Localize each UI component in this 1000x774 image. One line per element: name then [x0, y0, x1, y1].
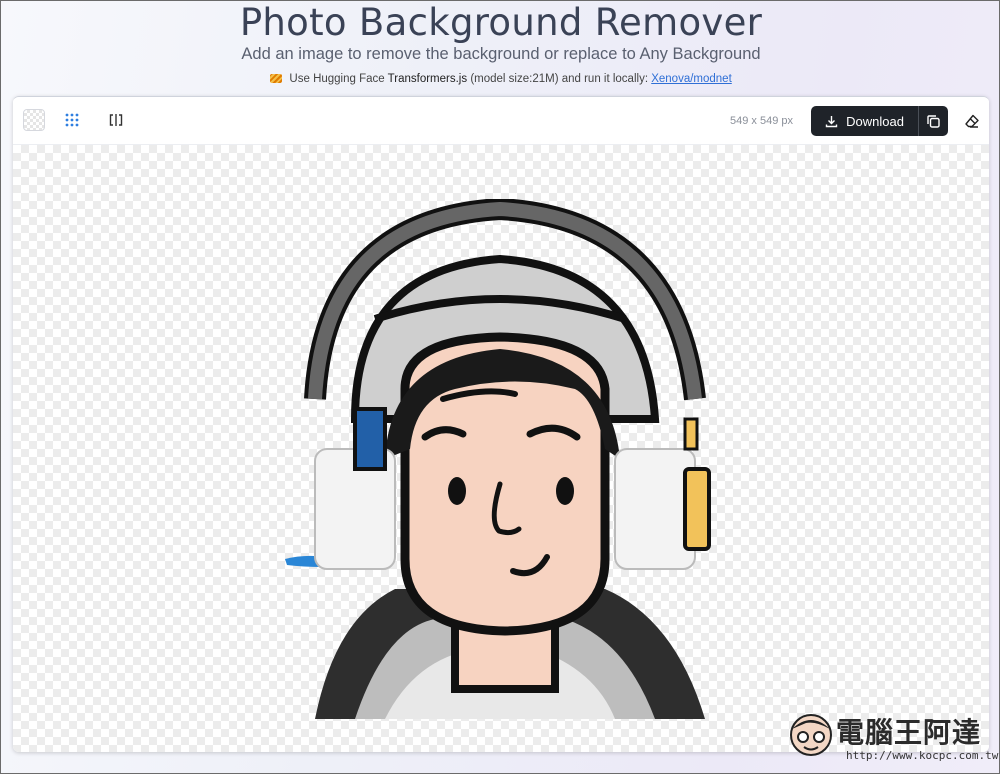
compare-icon[interactable] [105, 109, 127, 131]
download-group: Download [811, 106, 948, 136]
model-link[interactable]: Xenova/modnet [651, 73, 732, 85]
copy-button[interactable] [918, 106, 948, 136]
page-header: Photo Background Remover Add an image to… [1, 1, 1000, 97]
site-watermark: 電腦王阿達 http://www.kocpc.com.tw [786, 709, 998, 769]
watermark-url: http://www.kocpc.com.tw [846, 749, 999, 762]
model-credit: Use Hugging Face Transformers.js (model … [1, 73, 1000, 85]
download-icon [825, 115, 838, 127]
credit-library: Transformers.js [387, 73, 468, 85]
image-canvas[interactable] [13, 145, 989, 752]
eraser-icon[interactable] [961, 110, 983, 132]
app-frame: Photo Background Remover Add an image to… [0, 0, 1000, 774]
page-title: Photo Background Remover [239, 1, 763, 44]
download-button[interactable]: Download [811, 106, 918, 136]
toolbar: 549 x 549 px Download [13, 97, 989, 145]
hugging-face-icon [270, 74, 283, 83]
download-label: Download [846, 113, 904, 129]
editor-panel: 549 x 549 px Download [13, 96, 989, 752]
credit-middle: (model size:21M) and run it locally: [470, 73, 649, 85]
page-subtitle: Add an image to remove the background or… [241, 45, 761, 63]
credit-prefix: Use Hugging Face [289, 73, 385, 85]
image-dimensions: 549 x 549 px [730, 115, 793, 127]
mascot-icon [790, 714, 832, 756]
result-image [275, 197, 715, 719]
transparent-bg-icon[interactable] [23, 109, 45, 131]
copy-icon [927, 114, 940, 128]
watermark-brand: 電腦王阿達 [836, 716, 982, 749]
grid-icon[interactable] [61, 109, 83, 131]
